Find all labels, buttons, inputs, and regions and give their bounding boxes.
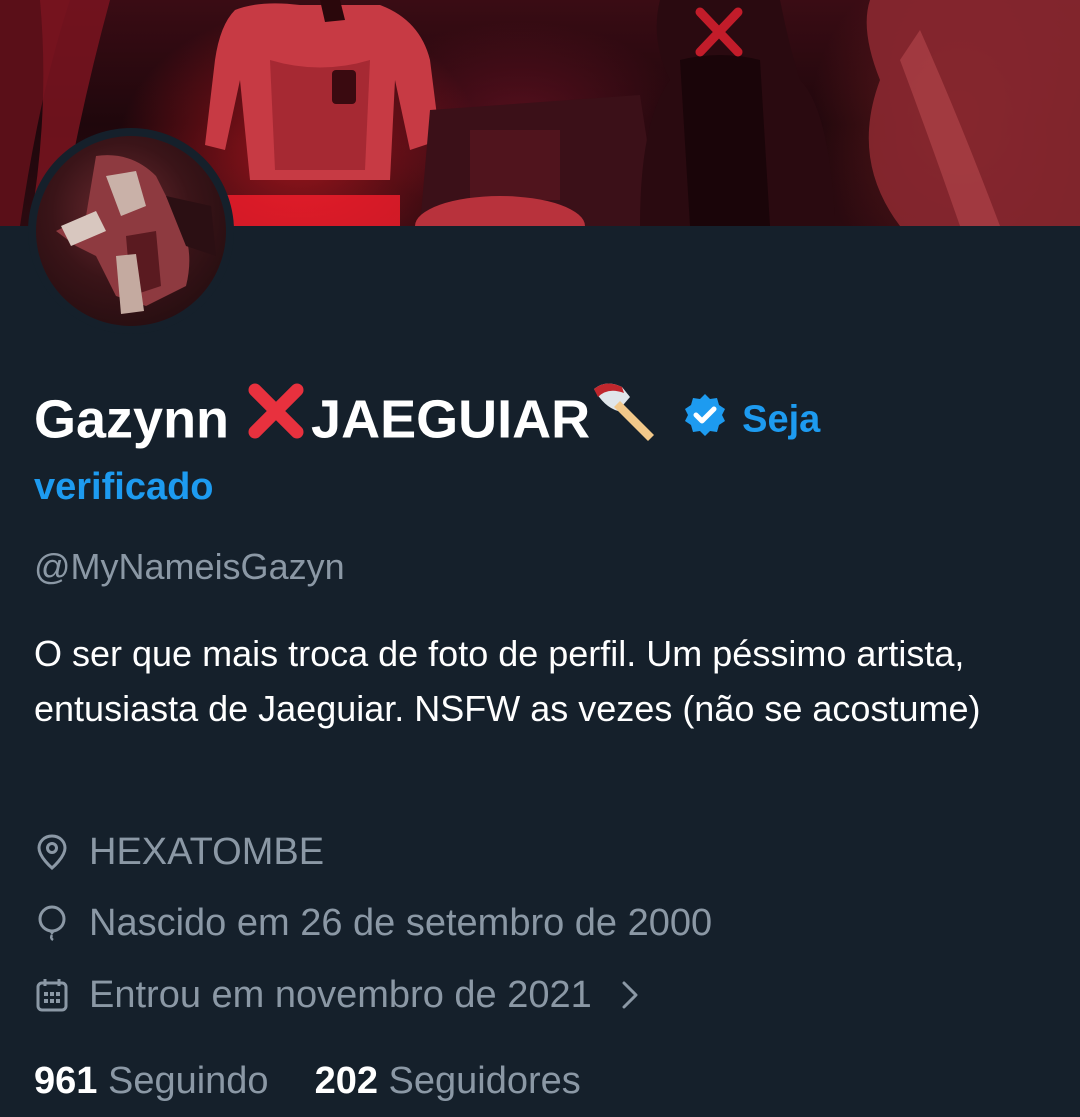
birth-text: Nascido em 26 de setembro de 2000 (89, 901, 713, 944)
profile-screen: Gazynn JAEGUIAR Seja verificado @MyNameisG… (0, 0, 1080, 1117)
following-label: Seguindo (107, 1060, 269, 1102)
get-verified-link-continued[interactable]: verificado (34, 461, 1044, 513)
profile-bio: O ser que mais troca de foto de perfil. … (34, 633, 981, 729)
profile-joined-date[interactable]: Entrou em novembro de 2021 (34, 970, 640, 1020)
joined-text: Entrou em novembro de 2021 (89, 973, 592, 1016)
calendar-icon (34, 977, 70, 1013)
profile-location: HEXATOMBE (34, 827, 324, 877)
avatar-artwork (56, 155, 216, 314)
profile-birth-date: Nascido em 26 de setembro de 2000 (34, 898, 712, 948)
location-text: HEXATOMBE (89, 830, 325, 873)
profile-stats: 961 Seguindo 202 Seguidores (34, 1056, 581, 1106)
profile-name-block: Gazynn JAEGUIAR Seja verificado (34, 380, 1044, 513)
axe-icon (592, 381, 660, 458)
following-count: 961 (34, 1060, 98, 1102)
cross-mark-icon (245, 380, 307, 459)
display-name: Gazynn (34, 389, 230, 450)
balloon-icon (34, 905, 70, 941)
followers-link[interactable]: 202 Seguidores (315, 1056, 581, 1106)
followers-label: Seguidores (388, 1060, 581, 1102)
chevron-right-icon[interactable] (620, 980, 640, 1010)
following-link[interactable]: 961 Seguindo (34, 1056, 269, 1106)
display-name-line: Gazynn JAEGUIAR Seja (34, 380, 1044, 459)
display-name-suffix: JAEGUIAR (311, 389, 591, 450)
location-pin-icon (34, 834, 70, 870)
avatar[interactable] (36, 136, 226, 326)
verified-badge-icon[interactable] (682, 385, 728, 455)
get-verified-link[interactable]: Seja (742, 399, 820, 441)
avatar-border[interactable] (28, 128, 234, 334)
profile-handle: @MyNameisGazyn (34, 546, 345, 587)
followers-count: 202 (314, 1060, 378, 1102)
